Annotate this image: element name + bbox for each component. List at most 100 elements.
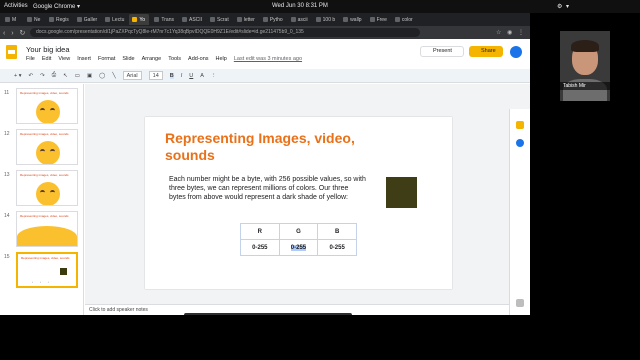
slide-thumbnail[interactable]: Representing images, video, sounds xyxy=(16,211,78,247)
browser-tab[interactable]: Regis xyxy=(46,14,72,25)
menu-edit[interactable]: Edit xyxy=(42,56,51,62)
table-header-g[interactable]: G xyxy=(278,223,319,240)
tab-label: color xyxy=(401,16,413,23)
slide-thumbnail[interactable]: Representing images, video, sounds xyxy=(16,129,78,165)
redo-icon[interactable]: ↷ xyxy=(40,73,45,79)
account-avatar[interactable] xyxy=(510,46,522,58)
add-on-icon[interactable] xyxy=(516,299,524,307)
browser-tab[interactable]: Trans xyxy=(151,14,177,25)
tab-strip: M Ne Regis Galler Lectu Yo Trans ASCII Scrat lett… xyxy=(0,13,530,26)
shape-icon[interactable]: ◯ xyxy=(99,73,105,79)
browser-tab[interactable]: Ne xyxy=(24,14,44,25)
slide-number: 12 xyxy=(4,131,10,137)
browser-tab[interactable]: letter xyxy=(234,14,258,25)
slide-thumbnail-row[interactable]: 13 Representing images, video, sounds xyxy=(4,170,80,208)
slide-thumbnail-row[interactable]: 11 Representing images, video, sounds xyxy=(4,88,80,126)
tab-label: wallp xyxy=(350,16,362,23)
menu-slide[interactable]: Slide xyxy=(122,56,134,62)
share-button[interactable]: Share xyxy=(469,46,503,57)
table-cell-g[interactable]: 0-255 xyxy=(278,239,319,256)
current-slide[interactable]: Representing Images, video, sounds Each … xyxy=(145,117,452,289)
emoji-icon xyxy=(17,226,77,246)
tab-favicon-icon xyxy=(49,17,54,22)
underline-button[interactable]: U xyxy=(189,73,193,79)
menu-format[interactable]: Format xyxy=(98,56,115,62)
doc-title[interactable]: Your big idea xyxy=(26,45,70,54)
image-icon[interactable]: ▣ xyxy=(87,73,92,79)
present-button[interactable]: Present xyxy=(420,46,464,57)
table-header-b[interactable]: B xyxy=(317,223,357,240)
browser-tab[interactable]: wallp xyxy=(340,14,364,25)
tab-label: Lectu xyxy=(112,16,125,23)
screen: Activities Google Chrome ▾ Wed Jun 30 8:… xyxy=(0,0,640,360)
browser-tab[interactable]: Pytho xyxy=(260,14,286,25)
menu-help[interactable]: Help xyxy=(216,56,227,62)
slide-thumbnail[interactable]: Representing images, video, sounds xyxy=(16,170,78,206)
url-field[interactable]: docs.google.com/presentation/d/1jPaZXPqc… xyxy=(30,28,420,37)
menu-view[interactable]: View xyxy=(58,56,70,62)
thumbnail-title: Representing images, video, sounds xyxy=(21,256,70,260)
slide-thumbnail[interactable]: Representing images, video, sounds • • • xyxy=(16,252,78,288)
menu-bar: File Edit View Insert Format Slide Arran… xyxy=(26,56,302,62)
slide-thumbnail[interactable]: Representing images, video, sounds xyxy=(16,88,78,124)
browser-tab[interactable]: Scrat xyxy=(207,14,232,25)
cursor-icon[interactable]: ↖ xyxy=(63,73,68,79)
add-icon[interactable]: + ▾ xyxy=(14,73,22,79)
slide-number: 13 xyxy=(4,172,10,178)
slide-thumbnail-row[interactable]: 12 Representing images, video, sounds xyxy=(4,129,80,167)
italic-button[interactable]: I xyxy=(181,73,183,79)
color-swatch[interactable] xyxy=(386,177,417,208)
table-cell-r[interactable]: 0-255 xyxy=(240,239,280,256)
slide-body-text[interactable]: Each number might be a byte, with 256 po… xyxy=(169,175,367,202)
last-edit-link[interactable]: Last edit was 3 minutes ago xyxy=(234,56,302,62)
browser-tab[interactable]: Lectu xyxy=(102,14,127,25)
slide-thumbnail-row[interactable]: 15 Representing images, video, sounds • • … xyxy=(4,252,80,290)
font-select[interactable]: Arial xyxy=(122,71,142,80)
slide-title[interactable]: Representing Images, video, sounds xyxy=(165,130,395,164)
system-top-bar: Activities Google Chrome ▾ Wed Jun 30 8:… xyxy=(0,0,640,13)
tab-favicon-icon xyxy=(154,17,160,22)
tab-label: 100 b xyxy=(322,16,336,23)
undo-icon[interactable]: ↶ xyxy=(29,73,34,79)
browser-tab[interactable]: Yo xyxy=(129,14,150,25)
browser-tab[interactable]: ASCII xyxy=(179,14,205,25)
thumbnail-title: Representing images, video, sounds xyxy=(20,173,69,177)
text-color-button[interactable]: A xyxy=(200,73,204,79)
menu-arrange[interactable]: Arrange xyxy=(142,56,162,62)
extension-icons[interactable]: ☆ ◉ ⋮ xyxy=(420,29,530,36)
selected-text[interactable]: 0-255 xyxy=(290,244,307,251)
emoji-icon xyxy=(36,182,60,205)
table-cell-b[interactable]: 0-255 xyxy=(317,239,357,256)
browser-tab[interactable]: M xyxy=(2,14,22,25)
menu-tools[interactable]: Tools xyxy=(168,56,181,62)
system-tray-icons[interactable]: ⚙ ▾ xyxy=(557,3,570,10)
more-options-icon[interactable]: ⋮ xyxy=(211,73,217,79)
menu-addons[interactable]: Add-ons xyxy=(188,56,209,62)
menu-file[interactable]: File xyxy=(26,56,35,62)
table-header-r[interactable]: R xyxy=(240,223,280,240)
bold-button[interactable]: B xyxy=(169,72,174,79)
keep-icon[interactable] xyxy=(516,121,524,129)
tab-favicon-icon xyxy=(394,17,400,22)
address-bar-row: ‹ › ↻ docs.google.com/presentation/d/1jP… xyxy=(0,26,530,39)
video-panel: Tabish Mir xyxy=(530,13,640,360)
activities-button[interactable]: Activities xyxy=(4,3,28,9)
browser-tab[interactable]: 100 b xyxy=(313,14,339,25)
browser-tab[interactable]: Galler xyxy=(74,14,100,25)
browser-tab[interactable]: Free xyxy=(367,14,390,25)
rgb-table[interactable]: R G B 0-255 0-255 0-255 xyxy=(240,223,357,256)
menu-insert[interactable]: Insert xyxy=(77,56,91,62)
line-icon[interactable]: ╲ xyxy=(112,73,115,79)
font-size-input[interactable]: 14 xyxy=(148,71,163,80)
browser-tab[interactable]: color xyxy=(392,14,416,25)
nav-buttons[interactable]: ‹ › ↻ xyxy=(0,29,30,37)
browser-tab[interactable]: ascii xyxy=(288,14,311,25)
tasks-icon[interactable] xyxy=(516,139,524,147)
slide-thumbnail-row[interactable]: 14 Representing images, video, sounds xyxy=(4,211,80,249)
app-menu[interactable]: Google Chrome ▾ xyxy=(33,3,80,10)
system-clock[interactable]: Wed Jun 30 8:31 PM xyxy=(272,3,328,9)
print-icon[interactable]: ⎙ xyxy=(52,72,56,79)
tab-favicon-icon xyxy=(27,17,32,22)
textbox-icon[interactable]: ▭ xyxy=(75,73,80,79)
slides-logo-icon[interactable] xyxy=(6,45,17,59)
